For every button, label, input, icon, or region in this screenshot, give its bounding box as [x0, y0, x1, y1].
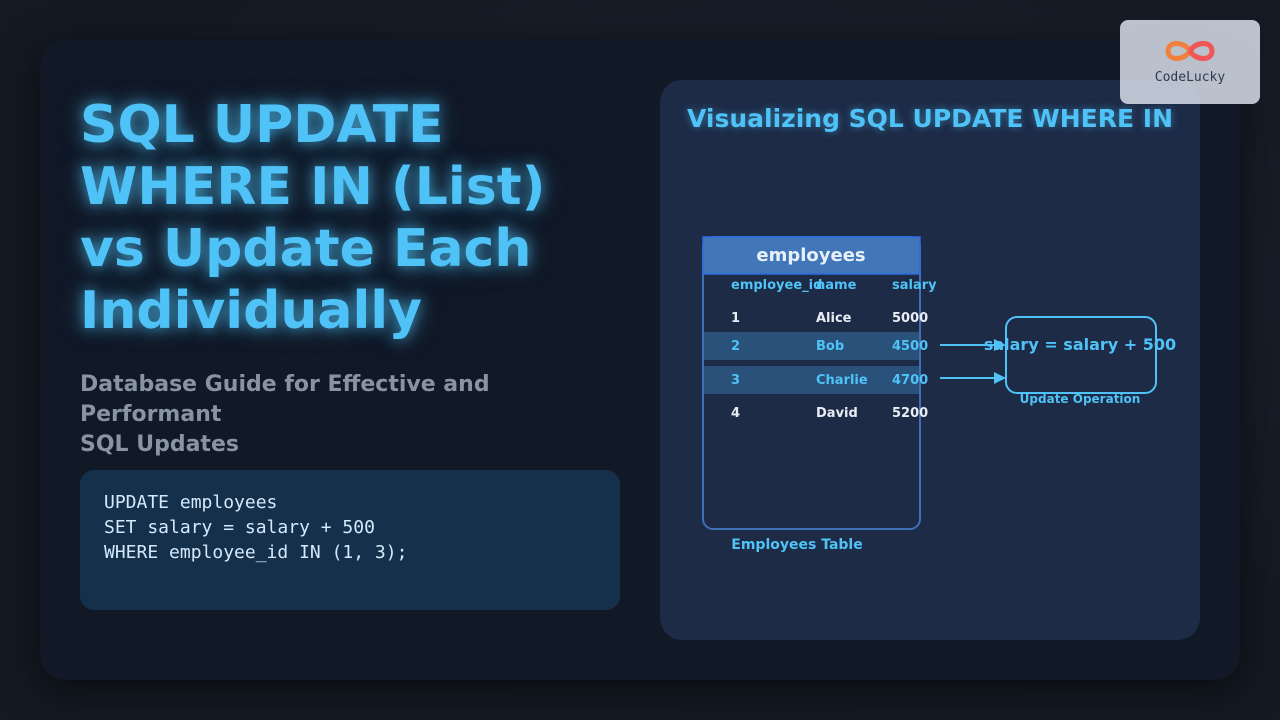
- code-line: WHERE employee_id IN (1, 3);: [104, 542, 408, 563]
- title-line: Individually: [80, 281, 423, 341]
- subtitle-line: Database Guide for Effective and Perform…: [80, 372, 490, 427]
- code-line: SET salary = salary + 500: [104, 517, 375, 538]
- table-cell: 4: [731, 406, 740, 421]
- table-cell: Bob: [816, 339, 844, 354]
- subtitle: Database Guide for Effective and Perform…: [80, 370, 620, 460]
- table-cell: 4700: [892, 373, 928, 388]
- title-line: SQL UPDATE: [80, 95, 444, 155]
- table-caption: Employees Table: [731, 537, 862, 553]
- code-block: UPDATE employees SET salary = salary + 5…: [80, 470, 620, 610]
- title-line: WHERE IN (List): [80, 157, 546, 217]
- column-header: name: [816, 278, 857, 293]
- table-cell: Charlie: [816, 373, 868, 388]
- page-title: SQL UPDATE WHERE IN (List) vs Update Eac…: [80, 94, 640, 342]
- infinity-logo-icon: [1165, 41, 1215, 61]
- update-expression: salary = salary + 500: [984, 335, 1176, 354]
- codelucky-logo: CodeLucky: [1120, 20, 1260, 104]
- visualization-panel: Visualizing SQL UPDATE WHERE IN employee…: [660, 80, 1200, 640]
- column-header: employee_id: [731, 278, 822, 293]
- update-operation-box: [1005, 316, 1157, 394]
- subtitle-line: SQL Updates: [80, 432, 239, 457]
- table-name: employees: [756, 245, 865, 266]
- table-cell: 2: [731, 339, 740, 354]
- title-line: vs Update Each: [80, 219, 532, 279]
- code-line: UPDATE employees: [104, 492, 278, 513]
- table-cell: 5200: [892, 406, 928, 421]
- visualization-diagram: employees employee_id name salary 1 Alic…: [702, 236, 1176, 553]
- logo-text: CodeLucky: [1154, 70, 1226, 85]
- table-cell: David: [816, 406, 858, 421]
- sql-code: UPDATE employees SET salary = salary + 5…: [104, 490, 407, 565]
- table-cell: 1: [731, 311, 740, 326]
- page: SQL UPDATE WHERE IN (List) vs Update Eac…: [0, 0, 1280, 720]
- table-cell: 5000: [892, 311, 928, 326]
- table-cell: Alice: [816, 311, 852, 326]
- table-cell: 4500: [892, 339, 928, 354]
- column-header: salary: [892, 278, 937, 293]
- update-operation-label: Update Operation: [1020, 392, 1141, 406]
- table-cell: 3: [731, 373, 740, 388]
